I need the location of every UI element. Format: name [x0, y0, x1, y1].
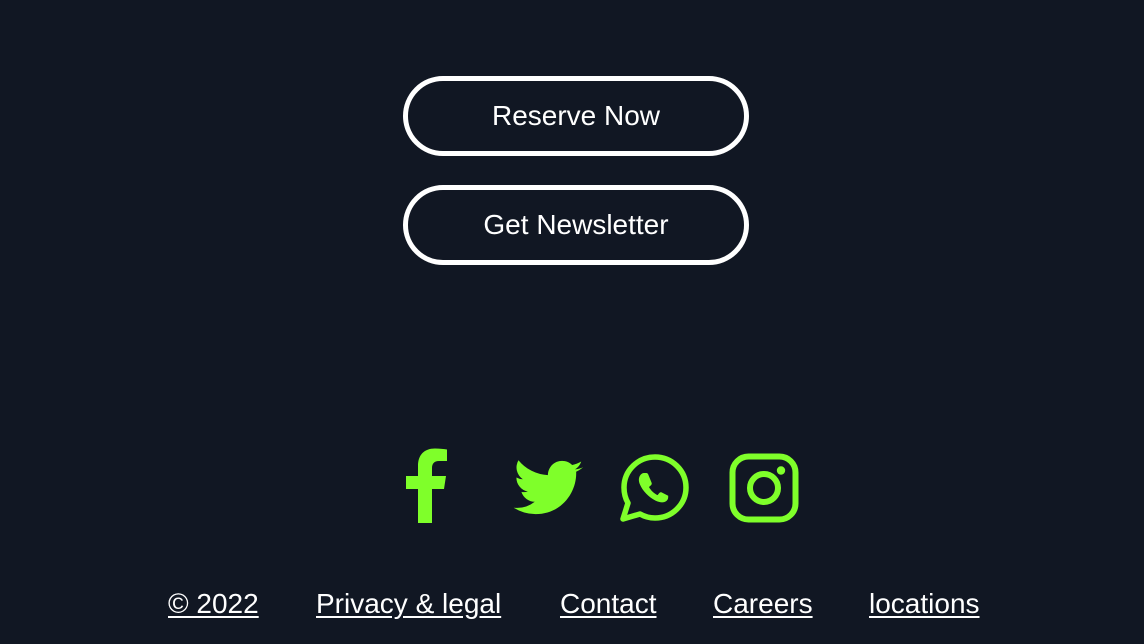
contact-link[interactable]: Contact	[560, 588, 657, 620]
facebook-link[interactable]	[404, 448, 448, 523]
social-links	[0, 448, 1144, 528]
whatsapp-link[interactable]	[619, 452, 691, 524]
twitter-link[interactable]	[513, 458, 584, 516]
instagram-link[interactable]	[729, 453, 799, 523]
privacy-legal-link[interactable]: Privacy & legal	[316, 588, 501, 620]
locations-link[interactable]: locations	[869, 588, 980, 620]
careers-link[interactable]: Careers	[713, 588, 813, 620]
whatsapp-icon	[620, 454, 689, 522]
get-newsletter-button[interactable]: Get Newsletter	[403, 185, 749, 265]
page-footer-section: Reserve Now Get Newsletter © 2022 Privac…	[0, 0, 1144, 644]
footer-nav: © 2022 Privacy & legal Contact Careers l…	[0, 588, 1144, 628]
reserve-now-button[interactable]: Reserve Now	[403, 76, 749, 156]
copyright-link[interactable]: © 2022	[168, 588, 259, 620]
facebook-icon	[406, 448, 447, 523]
instagram-icon	[729, 453, 799, 523]
twitter-icon	[513, 460, 584, 515]
